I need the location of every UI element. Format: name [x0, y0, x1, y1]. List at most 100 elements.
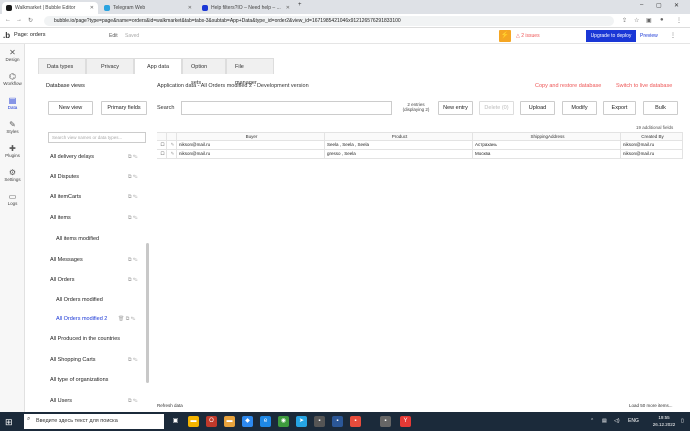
cell-buyer[interactable]: nikson@mail.ru — [177, 141, 325, 150]
view-item[interactable]: All Orders — [50, 277, 74, 283]
upload-button[interactable]: Upload — [520, 101, 555, 115]
office-icon[interactable]: O — [206, 416, 217, 427]
view-item[interactable]: All items — [50, 215, 71, 221]
view-item-actions-icon[interactable]: ⧉ ✎ — [128, 174, 138, 180]
view-item-actions-icon[interactable]: ⧉ ✎ — [128, 257, 138, 263]
copy-restore-link[interactable]: Copy and restore database — [535, 83, 601, 89]
task-view-icon[interactable]: ▣ — [170, 416, 181, 427]
view-item[interactable]: All Disputes — [50, 174, 79, 180]
yandex-icon[interactable]: Y — [400, 416, 411, 427]
cell-product[interactable]: Seela , Seela , Seela — [325, 141, 473, 150]
forward-icon[interactable]: → — [16, 17, 22, 23]
app-icon[interactable]: ◆ — [242, 416, 253, 427]
upgrade-to-deploy-button[interactable]: Upgrade to deploy — [586, 30, 636, 42]
network-icon[interactable]: ▤ — [602, 418, 607, 424]
nav-workflow[interactable]: ⌬ Workflow — [0, 72, 25, 86]
nav-plugins[interactable]: ✚ Plugins — [0, 144, 25, 158]
view-item-actions-icon[interactable]: 🗑 ⧉ ✎ — [118, 316, 135, 322]
view-item-actions-icon[interactable]: ⧉ ✎ — [128, 357, 138, 363]
preview-link[interactable]: Preview — [640, 33, 658, 39]
view-item-actions-icon[interactable]: ⧉ ✎ — [128, 398, 138, 404]
close-icon[interactable]: ✕ — [286, 5, 290, 11]
clock[interactable]: 19:55 26.12.2022 — [650, 414, 678, 428]
bookmark-star-icon[interactable]: ☆ — [634, 17, 639, 24]
minimize-icon[interactable]: – — [640, 2, 643, 8]
url-field[interactable]: bubble.io/page?type=page&name=orders&id=… — [44, 16, 614, 26]
folder-icon[interactable]: ▬ — [224, 416, 235, 427]
view-item[interactable]: All type of organizations — [50, 377, 108, 383]
back-icon[interactable]: ← — [5, 17, 11, 23]
nav-data[interactable]: ▤ Data — [0, 96, 25, 110]
tab-file-manager[interactable]: File manager — [226, 58, 274, 86]
issues-link[interactable]: △ 2 issues — [516, 33, 540, 39]
tab-app-data[interactable]: App data — [134, 58, 182, 74]
edit-row-icon[interactable]: ✎ — [167, 150, 177, 159]
app-icon[interactable]: ▪ — [332, 416, 343, 427]
cell-created-by[interactable]: nikson@mail.ru — [621, 150, 683, 159]
views-scrollbar[interactable] — [146, 243, 149, 383]
view-item-actions-icon[interactable]: ⧉ ✎ — [128, 215, 138, 221]
column-header-product[interactable]: Product — [325, 132, 473, 141]
view-item[interactable]: All delivery delays — [50, 154, 94, 160]
cell-created-by[interactable]: nikson@mail.ru — [621, 141, 683, 150]
new-entry-button[interactable]: New entry — [438, 101, 473, 115]
select-all-checkbox[interactable] — [157, 132, 167, 141]
view-item[interactable]: All itemCarts — [50, 194, 81, 200]
edge-icon[interactable]: e — [260, 416, 271, 427]
view-item[interactable]: All items modified — [56, 236, 99, 242]
switch-live-link[interactable]: Switch to live database — [616, 83, 672, 89]
view-item-actions-icon[interactable]: ⧉ ✎ — [128, 154, 138, 160]
nav-design[interactable]: ✕ Design — [0, 48, 25, 62]
page-selector[interactable]: Page: orders — [14, 32, 46, 38]
windows-start-icon[interactable]: ⊞ — [5, 417, 13, 428]
tab-option-sets[interactable]: Option sets — [182, 58, 226, 86]
table-row[interactable]: ☐ ✎ nikson@mail.ru gresso , Seela Москва… — [157, 150, 683, 159]
browser-tab-bubble[interactable]: Walkmarket | Bubble Editor ✕ — [2, 2, 98, 14]
volume-icon[interactable]: ◁) — [614, 418, 620, 424]
view-item-actions-icon[interactable]: ⧉ ✎ — [128, 277, 138, 283]
primary-fields-button[interactable]: Primary fields — [101, 101, 147, 115]
edit-menu[interactable]: Edit — [109, 33, 118, 39]
refresh-data-link[interactable]: Refresh data — [157, 403, 183, 408]
nav-settings[interactable]: ⚙ Settings — [0, 168, 25, 182]
view-item-actions-icon[interactable]: ⧉ ✎ — [128, 194, 138, 200]
profile-icon[interactable]: ● — [660, 17, 664, 23]
taskbar-search[interactable]: Введите здесь текст для поиска — [24, 414, 164, 429]
view-search-input[interactable]: Search view names or data types... — [48, 132, 146, 143]
extensions-icon[interactable]: ▣ — [646, 17, 652, 24]
window-close-icon[interactable]: ✕ — [674, 2, 679, 9]
view-item[interactable]: All Shopping Carts — [50, 357, 96, 363]
more-options-icon[interactable]: ⋮ — [670, 32, 676, 39]
edit-row-icon[interactable]: ✎ — [167, 141, 177, 150]
app-icon[interactable]: ▪ — [314, 416, 325, 427]
browser-tab-help[interactable]: Help filters?IO – Need help – ... ✕ — [198, 2, 294, 14]
view-item[interactable]: All Users — [50, 398, 72, 404]
column-header-shipping[interactable]: ShippingAddress — [473, 132, 621, 141]
new-view-button[interactable]: New view — [48, 101, 93, 115]
upgrade-bolt-button[interactable]: ⚡ — [499, 30, 511, 42]
app-icon[interactable]: ▪ — [380, 416, 391, 427]
row-checkbox[interactable]: ☐ — [157, 141, 167, 150]
app-icon[interactable]: ▪ — [350, 416, 361, 427]
close-icon[interactable]: ✕ — [188, 5, 192, 11]
export-button[interactable]: Export — [603, 101, 636, 115]
bulk-button[interactable]: Bulk — [643, 101, 678, 115]
column-header-created-by[interactable]: Created By — [621, 132, 683, 141]
tray-chevron-icon[interactable]: ⌃ — [590, 418, 594, 424]
modify-button[interactable]: Modify — [562, 101, 597, 115]
browser-menu-icon[interactable]: ⋮ — [676, 17, 682, 24]
nav-logs[interactable]: ▭ Logs — [0, 192, 25, 206]
cell-shipping[interactable]: Москва — [473, 150, 621, 159]
search-input[interactable] — [181, 101, 392, 115]
view-item[interactable]: All Orders modified — [56, 297, 103, 303]
cell-buyer[interactable]: nikson@mail.ru — [177, 150, 325, 159]
row-checkbox[interactable]: ☐ — [157, 150, 167, 159]
browser-tab-telegram[interactable]: Telegram Web ✕ — [100, 2, 196, 14]
file-explorer-icon[interactable]: ▬ — [188, 416, 199, 427]
load-more-link[interactable]: Load 50 more items... — [629, 403, 673, 408]
telegram-icon[interactable]: ➤ — [296, 416, 307, 427]
notifications-icon[interactable]: ▯ — [681, 418, 684, 424]
delete-button[interactable]: Delete (0) — [479, 101, 514, 115]
column-header-buyer[interactable]: Buyer — [177, 132, 325, 141]
nav-styles[interactable]: ✎ Styles — [0, 120, 25, 134]
